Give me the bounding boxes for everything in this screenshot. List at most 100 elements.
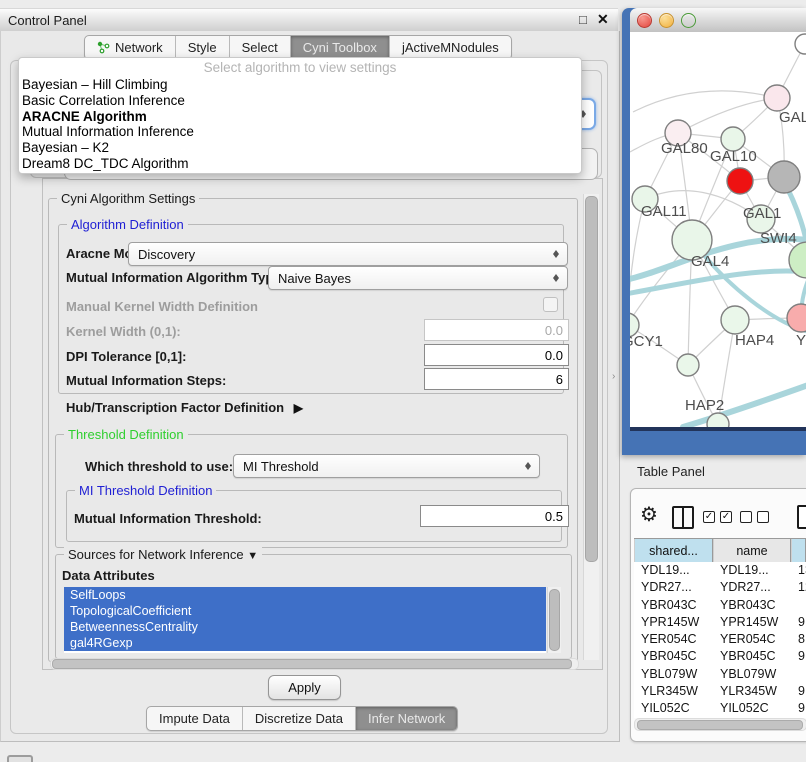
close-icon[interactable] — [637, 13, 652, 28]
network-node[interactable] — [768, 161, 800, 193]
network-node-label: HAP2 — [685, 397, 724, 414]
column-header-partial[interactable] — [791, 539, 806, 563]
sources-group-title[interactable]: Sources for Network Inference ▼ — [64, 547, 262, 562]
mi-threshold-input[interactable]: 0.5 — [420, 505, 569, 527]
mi-threshold-group-title: MI Threshold Definition — [75, 483, 216, 498]
minimize-icon[interactable] — [659, 13, 674, 28]
tab-style[interactable]: Style — [176, 36, 230, 59]
mi-type-label: Mutual Information Algorithm Type: — [66, 270, 285, 285]
close-icon[interactable]: ✕ — [597, 11, 609, 28]
network-node[interactable] — [787, 304, 806, 332]
table-cell — [791, 666, 806, 683]
tab-impute-data[interactable]: Impute Data — [147, 707, 243, 730]
aracne-mode-combobox[interactable]: Discovery — [128, 242, 568, 266]
table-row[interactable]: YDL19...YDL19...13 — [634, 562, 806, 579]
settings-horizontal-scrollbar[interactable] — [50, 658, 579, 670]
tab-discretize-data[interactable]: Discretize Data — [243, 707, 356, 730]
table-cell: YDR27... — [634, 579, 713, 596]
dropdown-item[interactable]: Basic Correlation Inference — [19, 93, 581, 109]
table-cell: YIL052C — [634, 700, 713, 717]
table-cell: YBR043C — [713, 597, 791, 614]
manual-kernel-label: Manual Kernel Width Definition — [66, 299, 258, 314]
table-cell: 9. — [791, 683, 806, 700]
table-row[interactable]: YBR043CYBR043C — [634, 597, 806, 614]
table-cell: YPR145W — [713, 614, 791, 631]
table-cell: YER054C — [713, 631, 791, 648]
hide-all-columns-button[interactable] — [740, 511, 769, 523]
attribute-list-item[interactable]: gal4RGexp — [64, 635, 546, 651]
which-threshold-label: Which threshold to use: — [85, 459, 233, 474]
table-cell: 9. — [791, 648, 806, 665]
attribute-list-item[interactable]: BetweennessCentrality — [64, 619, 546, 635]
mi-type-combobox[interactable]: Naive Bayes — [268, 266, 568, 290]
split-columns-icon[interactable] — [672, 506, 694, 529]
network-view-canvas[interactable]: GALGAL80GAL10GAL1GAL11SWI4GAL4GCY1HAP4YH… — [630, 32, 806, 427]
apply-button[interactable]: Apply — [268, 675, 341, 700]
settings-vertical-scrollbar[interactable] — [583, 194, 599, 660]
mi-type-value: Naive Bayes — [278, 271, 351, 286]
kernel-width-input[interactable]: 0.0 — [424, 319, 569, 341]
spinner-icon — [553, 247, 560, 261]
panel-divider-handle[interactable]: › — [612, 371, 615, 382]
attribute-list-item[interactable]: SelfLoops — [64, 587, 546, 603]
column-header-shared[interactable]: shared... — [634, 539, 713, 563]
scrollbar-thumb[interactable] — [52, 659, 572, 669]
dpi-tolerance-input[interactable]: 0.0 — [424, 344, 569, 366]
scrollbar-thumb[interactable] — [637, 720, 803, 730]
tab-jactivemnodules[interactable]: jActiveMNodules — [390, 36, 511, 59]
unchecked-checkbox-icon — [757, 511, 769, 523]
network-node[interactable] — [677, 354, 699, 376]
table-row[interactable]: YDR27...YDR27...12 — [634, 579, 806, 596]
table-row[interactable]: YBR045CYBR045C9. — [634, 648, 806, 665]
tab-label: jActiveMNodules — [402, 40, 499, 55]
mi-steps-input[interactable]: 6 — [424, 368, 569, 390]
table-row[interactable]: YIL052CYIL052C9 — [634, 700, 806, 717]
table-horizontal-scrollbar[interactable] — [634, 718, 806, 731]
scrollbar-thumb[interactable] — [549, 589, 560, 651]
attributes-vertical-scrollbar[interactable] — [547, 587, 561, 653]
table-row[interactable]: YPR145WYPR145W9. — [634, 614, 806, 631]
threshold-definition-title: Threshold Definition — [64, 427, 188, 442]
network-canvas-shadow — [630, 427, 806, 431]
zoom-icon[interactable] — [681, 13, 696, 28]
dropdown-item[interactable]: Bayesian – Hill Climbing — [19, 77, 581, 93]
hub-definition-toggle[interactable]: Hub/Transcription Factor Definition ▶ — [66, 400, 303, 415]
table-row[interactable]: YBL079WYBL079W — [634, 666, 806, 683]
network-window-titlebar[interactable] — [630, 8, 806, 33]
network-node[interactable] — [764, 85, 790, 111]
data-attributes-list[interactable]: SelfLoopsTopologicalCoefficientBetweenne… — [64, 587, 546, 653]
dropdown-item[interactable]: ARACNE Algorithm — [19, 109, 581, 125]
network-node-label: GAL11 — [641, 203, 687, 220]
table-panel-title: Table Panel — [637, 464, 705, 479]
scrollbar-thumb[interactable] — [585, 196, 598, 562]
tab-network[interactable]: Network — [85, 36, 176, 59]
network-node[interactable] — [795, 34, 806, 54]
mi-steps-label: Mutual Information Steps: — [66, 373, 226, 388]
table-cell: YDL19... — [634, 562, 713, 579]
bottom-corner-button[interactable] — [7, 755, 33, 762]
table-header: shared... name — [634, 538, 806, 564]
column-header-name[interactable]: name — [713, 539, 791, 563]
manual-kernel-checkbox[interactable] — [543, 297, 558, 312]
which-threshold-combobox[interactable]: MI Threshold — [233, 454, 540, 478]
float-window-icon[interactable]: □ — [579, 12, 587, 27]
table-row[interactable]: YLR345WYLR345W9. — [634, 683, 806, 700]
tab-cyni-toolbox[interactable]: Cyni Toolbox — [291, 36, 390, 59]
show-all-columns-button[interactable]: ✓ ✓ — [703, 511, 732, 523]
gear-icon[interactable]: ⚙ — [640, 504, 658, 526]
attribute-list-item[interactable]: TopologicalCoefficient — [64, 603, 546, 619]
dpi-tolerance-label: DPI Tolerance [0,1]: — [66, 349, 186, 364]
spinner-icon — [525, 459, 532, 473]
table-row[interactable]: YER054CYER054C8. — [634, 631, 806, 648]
new-column-icon[interactable] — [797, 505, 806, 529]
table-cell: YLR345W — [634, 683, 713, 700]
table-body: YDL19...YDL19...13YDR27...YDR27...12YBR0… — [634, 562, 806, 718]
dropdown-item[interactable]: Mutual Information Inference — [19, 124, 581, 140]
tab-select[interactable]: Select — [230, 36, 291, 59]
network-node[interactable] — [727, 168, 753, 194]
tab-infer-network[interactable]: Infer Network — [356, 707, 457, 730]
dropdown-item[interactable]: Bayesian – K2 — [19, 140, 581, 156]
tab-label: Network — [115, 40, 163, 55]
dropdown-item[interactable]: Dream8 DC_TDC Algorithm — [19, 156, 581, 172]
network-node[interactable] — [721, 306, 749, 334]
